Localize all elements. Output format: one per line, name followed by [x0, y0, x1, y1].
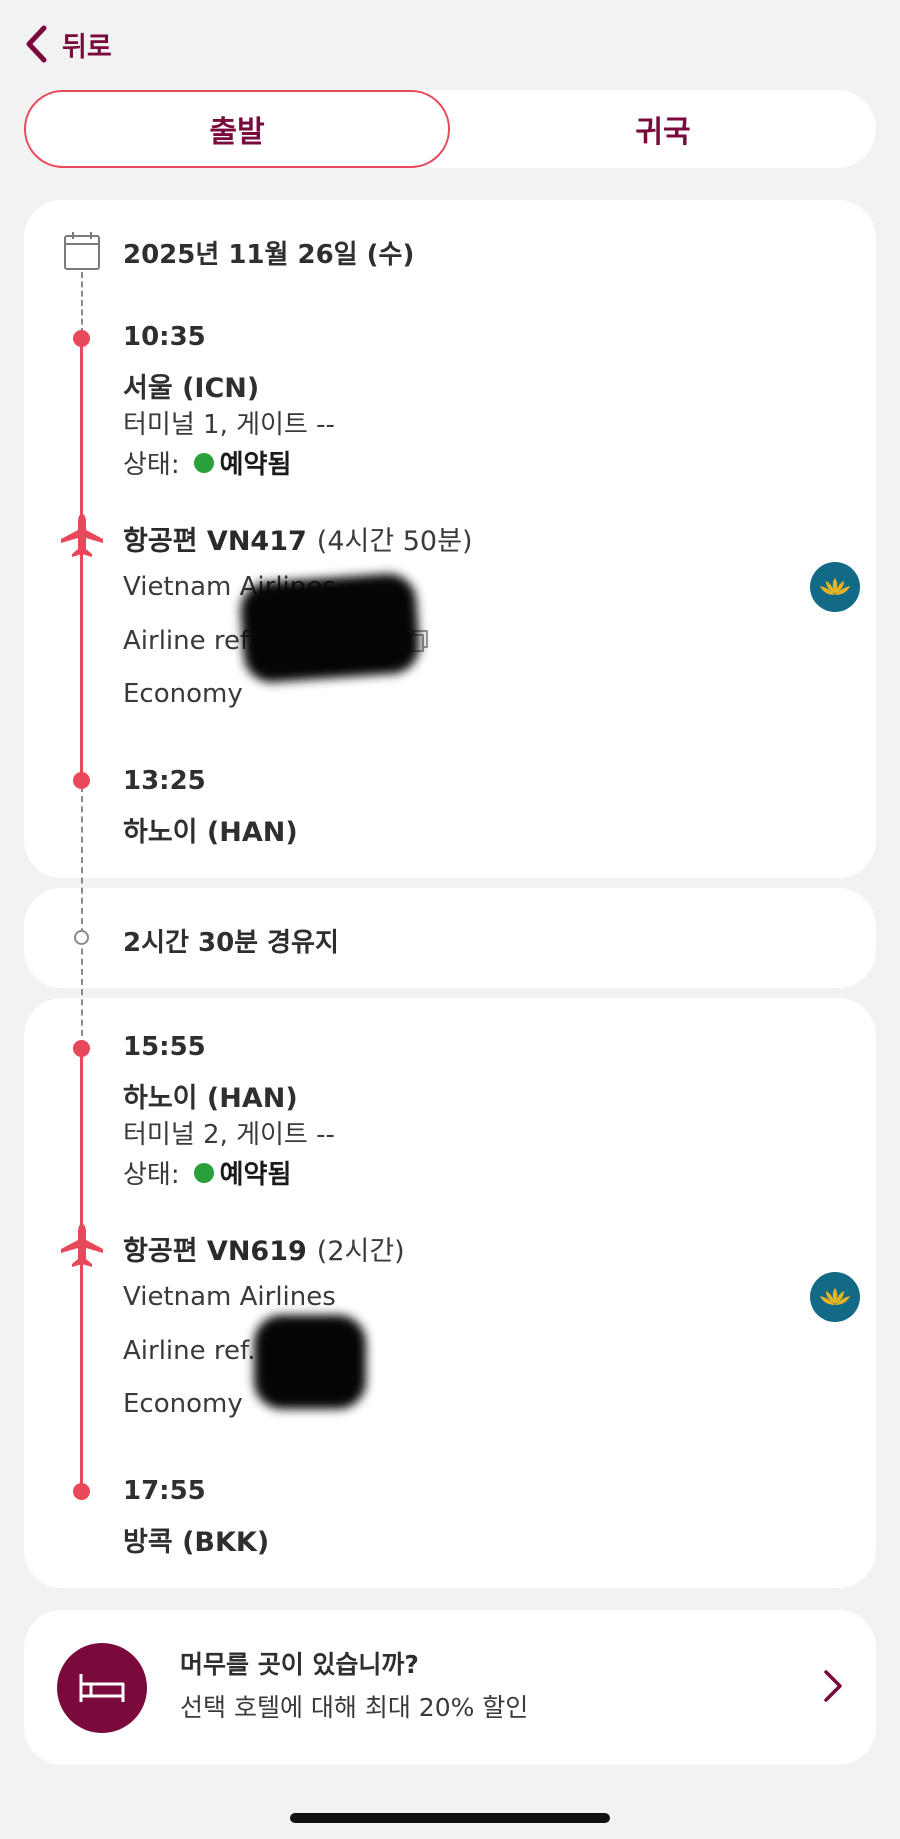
hotel-offer-title: 머무를 곳이 있습니까?	[180, 1650, 419, 1679]
status-value: 예약됨	[219, 450, 292, 480]
status-row: 상태: 예약됨	[123, 1154, 291, 1191]
status-value: 예약됨	[219, 1160, 292, 1190]
plane-icon	[61, 1224, 103, 1267]
departure-city: 하노이 (HAN)	[123, 1083, 298, 1114]
bed-icon-circle	[57, 1643, 147, 1733]
arrival-dot	[73, 1483, 90, 1500]
status-label: 상태:	[123, 1160, 180, 1190]
timeline-line	[80, 1050, 83, 1492]
airline-name: Vietnam Airlines	[123, 1282, 336, 1312]
arrival-city: 방콕 (BKK)	[123, 1527, 270, 1558]
departure-city: 서울 (ICN)	[123, 373, 260, 404]
cabin-class: Economy	[123, 1389, 243, 1419]
departure-terminal: 터미널 2, 게이트 --	[123, 1120, 335, 1150]
timeline-dashed	[81, 272, 83, 334]
back-label: 뒤로	[62, 31, 112, 63]
back-button[interactable]: 뒤로	[24, 22, 112, 66]
chevron-left-icon	[26, 25, 47, 63]
bed-icon	[79, 1674, 125, 1702]
arrival-time: 17:55	[123, 1476, 206, 1506]
redaction	[254, 1315, 366, 1409]
layover-dot	[74, 930, 89, 945]
flight-number: 항공편 VN619	[123, 1236, 307, 1267]
arrival-dot	[73, 772, 90, 789]
status-row: 상태: 예약됨	[123, 444, 291, 481]
flight-date: 2025년 11월 26일 (수)	[123, 240, 415, 270]
arrival-city: 하노이 (HAN)	[123, 817, 298, 848]
status-green-dot	[193, 452, 214, 473]
departure-time: 10:35	[123, 322, 206, 352]
flight-number: 항공편 VN417	[123, 526, 307, 557]
cabin-class: Economy	[123, 679, 243, 709]
status-green-dot	[193, 1162, 214, 1183]
status-label: 상태:	[123, 450, 180, 480]
calendar-icon	[64, 232, 100, 270]
home-indicator	[290, 1813, 610, 1823]
plane-icon	[61, 514, 103, 557]
tab-return[interactable]: 귀국	[450, 90, 876, 168]
hotel-offer-subtitle: 선택 호텔에 대해 최대 20% 할인	[180, 1693, 529, 1722]
layover-duration: 2시간 30분 경유지	[123, 928, 339, 958]
tab-departure[interactable]: 출발	[24, 90, 450, 168]
lotus-icon	[820, 1288, 850, 1305]
flight-info: 항공편 VN417 (4시간 50분)	[123, 519, 473, 558]
airline-logo	[810, 562, 860, 612]
flight-duration: (2시간)	[316, 1236, 405, 1267]
timeline-dashed	[81, 786, 83, 1046]
departure-dot	[73, 330, 90, 347]
flight-duration: (4시간 50분)	[316, 526, 473, 557]
airline-logo	[810, 1272, 860, 1322]
arrival-time: 13:25	[123, 766, 206, 796]
departure-dot	[73, 1040, 90, 1057]
redaction	[238, 571, 422, 685]
departure-terminal: 터미널 1, 게이트 --	[123, 410, 335, 440]
flight-info: 항공편 VN619 (2시간)	[123, 1229, 405, 1268]
direction-tabs: 출발 귀국	[24, 90, 876, 168]
timeline-line	[80, 338, 83, 782]
chevron-right-icon[interactable]	[822, 1668, 844, 1704]
lotus-icon	[820, 578, 850, 595]
departure-time: 15:55	[123, 1032, 206, 1062]
